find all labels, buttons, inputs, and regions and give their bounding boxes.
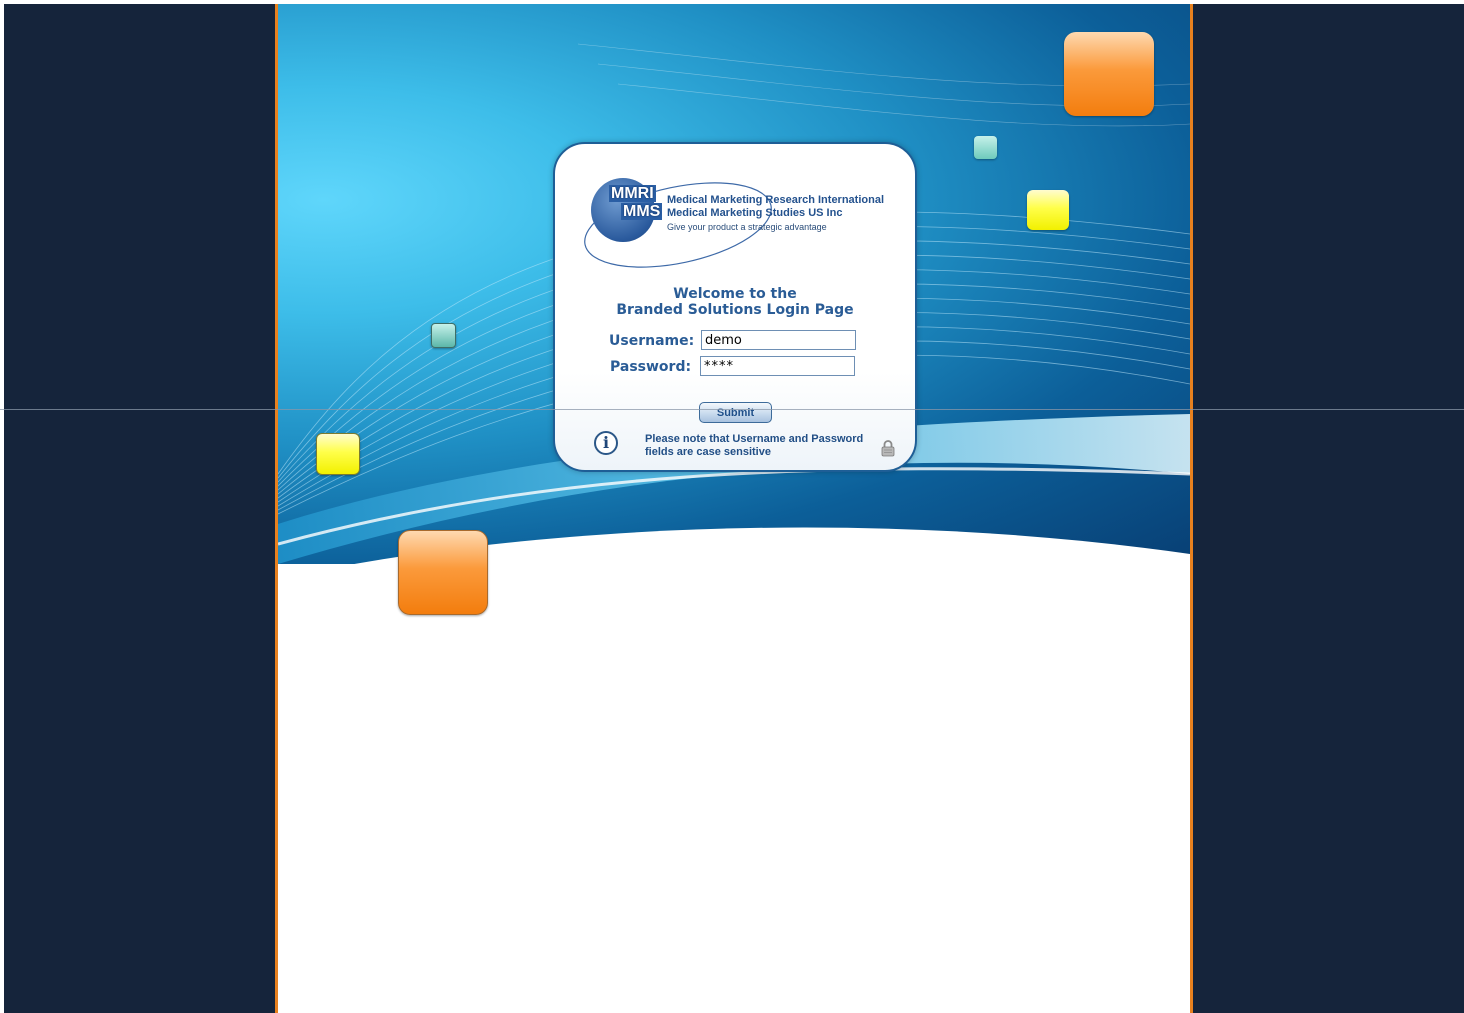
company-name-line1: Medical Marketing Research International xyxy=(667,194,885,206)
login-card: MMRI MMS Medical Marketing Research Inte… xyxy=(553,142,917,472)
company-name-line2: Medical Marketing Studies US Inc xyxy=(667,207,843,219)
welcome-line1: Welcome to the xyxy=(673,286,797,302)
company-logo: MMRI MMS Medical Marketing Research Inte… xyxy=(583,170,893,270)
decor-yellow-square-bottom xyxy=(316,433,360,475)
decor-teal-square-right xyxy=(974,136,997,159)
logo-abbr-primary: MMRI xyxy=(609,185,656,202)
case-sensitive-note: Please note that Username and Password f… xyxy=(645,433,864,458)
password-input[interactable] xyxy=(700,356,855,376)
info-icon: i xyxy=(594,431,618,455)
decor-yellow-square-top xyxy=(1027,190,1069,230)
welcome-line2: Branded Solutions Login Page xyxy=(616,302,854,318)
password-label: Password: xyxy=(610,359,692,375)
username-label: Username: xyxy=(609,333,695,349)
left-edge xyxy=(0,0,4,1013)
company-tagline: Give your product a strategic advantage xyxy=(667,222,827,232)
welcome-heading: Welcome to the Branded Solutions Login P… xyxy=(555,286,915,318)
horizontal-guide-line xyxy=(0,409,1464,410)
username-input[interactable] xyxy=(701,330,856,350)
logo-abbr-secondary: MMS xyxy=(621,203,663,220)
submit-button[interactable]: Submit xyxy=(699,402,772,423)
lock-icon xyxy=(881,440,895,457)
decor-orange-square-top xyxy=(1064,32,1154,116)
page-column: MMRI MMS Medical Marketing Research Inte… xyxy=(275,4,1193,1013)
decor-teal-square-left xyxy=(431,323,456,348)
decor-orange-square-bottom xyxy=(398,530,488,615)
